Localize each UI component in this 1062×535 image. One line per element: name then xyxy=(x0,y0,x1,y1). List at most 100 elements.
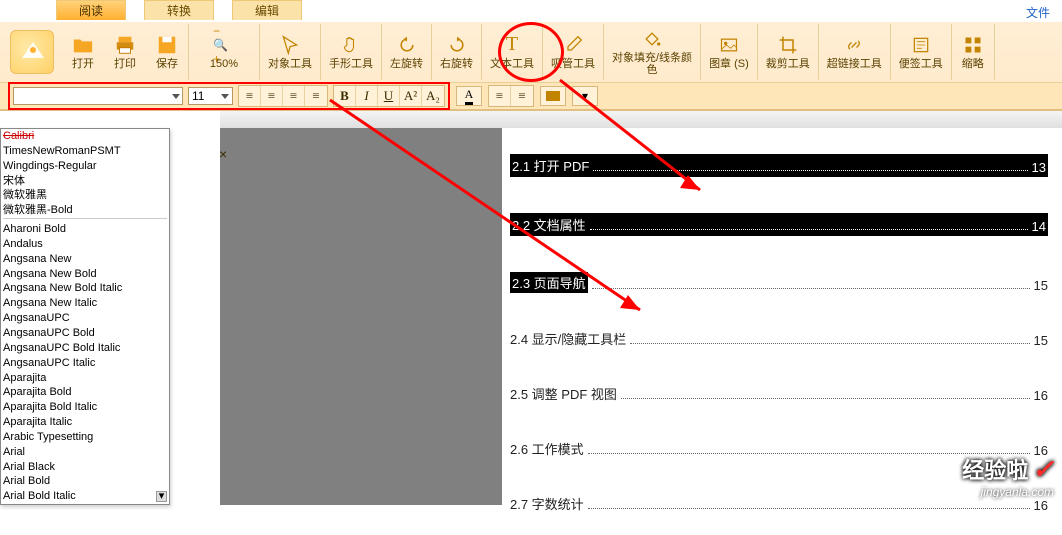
font-family-select[interactable] xyxy=(13,87,183,105)
toc-title: 2.5 调整 PDF 视图 xyxy=(510,384,617,403)
fill-button[interactable]: 对象填充/线条颜 色 xyxy=(604,24,700,80)
font-option[interactable]: Arial Bold Italic xyxy=(3,489,167,504)
font-option[interactable]: Arial Black xyxy=(3,460,167,475)
app-logo xyxy=(10,30,54,74)
rotate-right-button[interactable]: 右旋转 xyxy=(432,24,481,80)
rotate-left-button[interactable]: 左旋转 xyxy=(382,24,431,80)
superscript-button[interactable]: A² xyxy=(400,86,422,106)
font-dropdown-list[interactable]: CalibriTimesNewRomanPSMTWingdings-Regula… xyxy=(0,128,170,505)
font-format-group: 11 ≡ ≡ ≡ ≡ B I U A² A₂ xyxy=(8,82,450,110)
align-left-button[interactable]: ≡ xyxy=(239,86,261,106)
eyedropper-button[interactable]: 吸管工具 xyxy=(543,24,603,80)
bold-button[interactable]: B xyxy=(334,86,356,106)
zoom-control[interactable]: − 🔍 + 150% xyxy=(189,24,259,80)
eyedropper-icon xyxy=(562,34,584,56)
text-icon: T xyxy=(501,34,523,56)
italic-button[interactable]: I xyxy=(356,86,378,106)
align-justify-button[interactable]: ≡ xyxy=(305,86,327,106)
toc-page: 16 xyxy=(1034,443,1048,458)
toc-entry[interactable]: 2.4 显示/隐藏工具栏15 xyxy=(510,329,1048,348)
object-tool-button[interactable]: 对象工具 xyxy=(260,24,320,80)
font-option[interactable]: Aparajita Bold xyxy=(3,385,167,400)
font-option[interactable]: AngsanaUPC Italic xyxy=(3,356,167,371)
file-menu[interactable]: 文件 xyxy=(1026,4,1050,21)
font-option[interactable]: Arabic Typesetting xyxy=(3,430,167,445)
toc-entry[interactable]: 2.7 字数统计16 xyxy=(510,494,1048,513)
tab-convert[interactable]: 转换 xyxy=(144,0,214,20)
font-option[interactable]: AngsanaUPC Bold xyxy=(3,326,167,341)
document-canvas: 2.1 打开 PDF13 2.2 文档属性 14 2.3 页面导航15 2.4 显示/隐… xyxy=(220,128,1062,505)
text-color-button[interactable]: A xyxy=(456,86,482,106)
toc-entry[interactable]: 2.2 文档属性 14 xyxy=(510,213,1048,236)
rotate-left-icon xyxy=(396,34,418,56)
font-option[interactable]: TimesNewRomanPSMT xyxy=(3,144,167,159)
hand-icon xyxy=(340,34,362,56)
note-button[interactable]: 便签工具 xyxy=(891,24,951,80)
tab-edit[interactable]: 编辑 xyxy=(232,0,302,20)
crop-button[interactable]: 裁剪工具 xyxy=(758,24,818,80)
toc-entry[interactable]: 2.1 打开 PDF13 xyxy=(510,154,1048,177)
toc-page: 16 xyxy=(1034,498,1048,513)
thumbnail-button[interactable]: 缩略 xyxy=(952,24,994,80)
toc-title: 2.4 显示/隐藏工具栏 xyxy=(510,329,626,348)
rotate-right-icon xyxy=(446,34,468,56)
toc-title: 2.6 工作模式 xyxy=(510,439,584,458)
font-option[interactable]: 宋体 xyxy=(3,174,167,189)
text-tool-button[interactable]: T文本工具 xyxy=(482,24,542,80)
list-button[interactable]: ≡ xyxy=(489,86,511,106)
toc-page: 13 xyxy=(1032,160,1046,175)
toc-title: 2.3 页面导航 xyxy=(510,272,588,293)
note-icon xyxy=(910,34,932,56)
save-button[interactable]: 保存 xyxy=(146,24,188,80)
folder-icon xyxy=(72,34,94,56)
dropdown-icon xyxy=(172,94,180,99)
highlight-button[interactable] xyxy=(540,86,566,106)
scroll-down-icon[interactable]: ▾ xyxy=(156,491,167,502)
save-icon xyxy=(156,34,178,56)
open-button[interactable]: 打开 xyxy=(62,24,104,80)
font-option[interactable]: Angsana New xyxy=(3,252,167,267)
underline-button[interactable]: U xyxy=(378,86,400,106)
subscript-button[interactable]: A₂ xyxy=(422,86,444,106)
close-panel-button[interactable]: × xyxy=(219,146,227,162)
font-option[interactable]: Aparajita Italic xyxy=(3,415,167,430)
font-size-select[interactable]: 11 xyxy=(188,87,233,105)
font-option[interactable]: AngsanaUPC xyxy=(3,311,167,326)
ruler xyxy=(220,111,1062,129)
link-button[interactable]: 超链接工具 xyxy=(819,24,890,80)
font-option[interactable]: 微软雅黑 xyxy=(3,188,167,203)
font-option[interactable]: Aparajita xyxy=(3,371,167,386)
hand-tool-button[interactable]: 手形工具 xyxy=(321,24,381,80)
toc-entry[interactable]: 2.5 调整 PDF 视图 16 xyxy=(510,384,1048,403)
font-option[interactable]: Angsana New Bold xyxy=(3,267,167,282)
dropdown-icon xyxy=(221,94,229,99)
font-option[interactable]: Arial Bold xyxy=(3,474,167,489)
crop-icon xyxy=(777,34,799,56)
font-option[interactable]: Wingdings-Regular xyxy=(3,159,167,174)
font-option[interactable]: Aparajita Bold Italic xyxy=(3,400,167,415)
zoom-icon: − 🔍 + xyxy=(213,34,235,56)
cursor-icon xyxy=(279,34,301,56)
toc-page: 16 xyxy=(1034,388,1048,403)
toc-title: 2.2 文档属性 xyxy=(512,215,586,234)
align-center-button[interactable]: ≡ xyxy=(261,86,283,106)
font-option[interactable]: Arial xyxy=(3,445,167,460)
font-option[interactable]: Angsana New Bold Italic xyxy=(3,281,167,296)
font-option[interactable]: AngsanaUPC Bold Italic xyxy=(3,341,167,356)
image-stamp-button[interactable]: 图章 (S) xyxy=(701,24,757,80)
font-option[interactable]: Aharoni Bold xyxy=(3,222,167,237)
align-right-button[interactable]: ≡ xyxy=(283,86,305,106)
font-option[interactable]: Calibri xyxy=(3,129,167,144)
font-option[interactable]: Andalus xyxy=(3,237,167,252)
toc-page: 14 xyxy=(1032,219,1046,234)
more-options-button[interactable]: ▾ xyxy=(572,86,598,106)
toc-entry[interactable]: 2.6 工作模式 16 xyxy=(510,439,1048,458)
grid-icon xyxy=(962,34,984,56)
font-option[interactable]: Angsana New Italic xyxy=(3,296,167,311)
toc-entry[interactable]: 2.3 页面导航15 xyxy=(510,272,1048,293)
font-option[interactable]: 微软雅黑-Bold xyxy=(3,203,167,218)
link-icon xyxy=(843,34,865,56)
print-button[interactable]: 打印 xyxy=(104,24,146,80)
indent-button[interactable]: ≡ xyxy=(511,86,533,106)
tab-read[interactable]: 阅读 xyxy=(56,0,126,20)
